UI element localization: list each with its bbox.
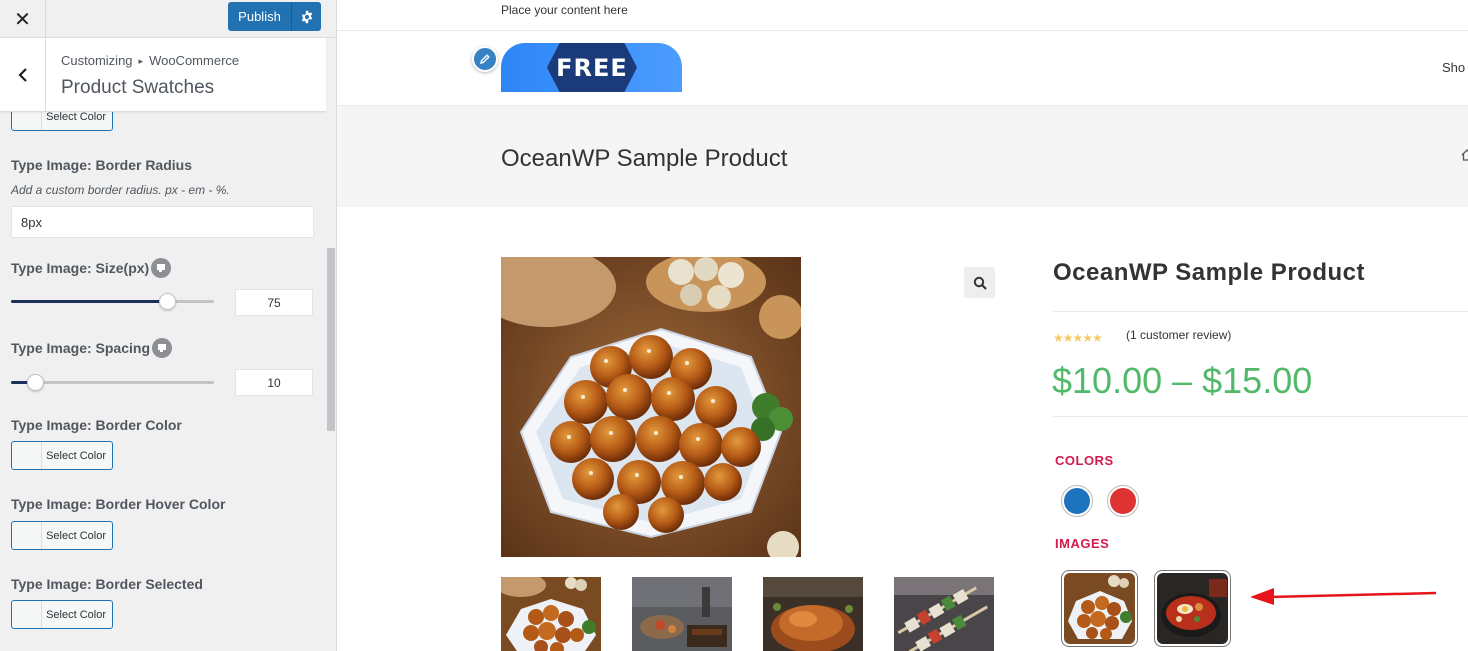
- border-radius-input[interactable]: 8px: [11, 206, 314, 238]
- product-title: OceanWP Sample Product: [1053, 259, 1365, 286]
- spacing-label: Type Image: Spacing: [11, 340, 150, 356]
- product-thumbnail[interactable]: [894, 577, 994, 651]
- image-swatch[interactable]: [1154, 570, 1231, 647]
- info-icon: [158, 344, 166, 352]
- color-swatch-blue[interactable]: [1061, 485, 1093, 517]
- breadcrumb-parent: WooCommerce: [149, 53, 240, 68]
- product-price: $10.00 – $15.00: [1052, 360, 1313, 401]
- color-swatch-preview: [12, 601, 42, 628]
- size-label: Type Image: Size(px): [11, 260, 150, 276]
- border-selected-label: Type Image: Border Selected: [11, 576, 203, 592]
- swatch-image: [1157, 573, 1228, 644]
- close-icon: ✕: [14, 8, 31, 31]
- size-value-input[interactable]: 75: [235, 289, 313, 316]
- nav-item-shop[interactable]: Sho: [1442, 60, 1465, 75]
- help-icon[interactable]: [152, 338, 172, 358]
- section-header: Customizing ▸ WooCommerce Product Swatches: [0, 38, 326, 112]
- back-button[interactable]: [0, 38, 46, 112]
- breadcrumb-root: Customizing: [61, 53, 133, 68]
- publish-button[interactable]: Publish: [228, 2, 292, 31]
- close-customizer-button[interactable]: ✕: [0, 0, 46, 38]
- spacing-slider[interactable]: [11, 374, 214, 391]
- help-icon[interactable]: [151, 258, 171, 278]
- size-slider-fill: [11, 300, 167, 303]
- image-swatch[interactable]: [1061, 570, 1138, 647]
- images-attribute-label: IMAGES: [1055, 536, 1110, 551]
- border-radius-label: Type Image: Border Radius: [11, 157, 193, 173]
- border-color-label: Type Image: Border Color: [11, 417, 182, 433]
- swatch-image: [1064, 573, 1135, 644]
- logo-badge: FREE: [547, 43, 637, 92]
- spacing-value-input[interactable]: 10: [235, 369, 313, 396]
- thumbnail-image: [894, 577, 994, 651]
- customizer-header: ✕ Publish: [0, 0, 336, 38]
- size-slider[interactable]: [11, 293, 214, 310]
- border-selected-button[interactable]: Select Color: [11, 600, 113, 629]
- page-header: OceanWP Sample Product: [337, 106, 1468, 207]
- gear-icon: [301, 10, 312, 23]
- product-thumbnail[interactable]: [501, 577, 601, 651]
- site-logo[interactable]: FREE: [501, 43, 682, 92]
- info-icon: [157, 264, 165, 272]
- product-thumbnail[interactable]: [632, 577, 732, 651]
- section-title: Product Swatches: [61, 77, 215, 98]
- topbar-text: Place your content here: [501, 3, 628, 17]
- select-color-label: Select Color: [46, 110, 106, 123]
- select-color-label: Select Color: [46, 608, 106, 621]
- home-icon[interactable]: [1461, 148, 1468, 162]
- page-title: OceanWP Sample Product: [501, 145, 788, 172]
- site-preview: Place your content here FREE Sho OceanWP…: [337, 0, 1468, 651]
- star-rating: ★★★★★: [1053, 331, 1103, 345]
- color-swatch-preview: [12, 522, 42, 549]
- border-color-button[interactable]: Select Color: [11, 441, 113, 470]
- divider: [1053, 416, 1468, 417]
- divider: [1053, 311, 1468, 312]
- color-swatch-preview: [12, 442, 42, 469]
- border-hover-color-button[interactable]: Select Color: [11, 521, 113, 550]
- select-color-label: Select Color: [46, 449, 106, 462]
- search-icon: [973, 276, 987, 290]
- color-dot: [1110, 488, 1136, 514]
- zoom-button[interactable]: [964, 267, 995, 298]
- thumbnail-image: [501, 577, 601, 651]
- colors-attribute-label: COLORS: [1055, 453, 1114, 468]
- pencil-icon: [480, 54, 490, 64]
- divider: [337, 30, 1468, 31]
- annotation-arrow: [1250, 588, 1437, 605]
- breadcrumb-separator: ▸: [138, 56, 144, 66]
- customizer-sidebar: ✕ Publish Customizing ▸ WooCommerce Produc…: [0, 0, 337, 651]
- color-dot: [1064, 488, 1090, 514]
- sidebar-scrollbar[interactable]: [327, 248, 335, 431]
- border-hover-color-label: Type Image: Border Hover Color: [11, 496, 226, 512]
- edit-shortcut-button[interactable]: [472, 46, 498, 72]
- spacing-slider-handle[interactable]: [27, 374, 44, 391]
- size-slider-handle[interactable]: [159, 293, 176, 310]
- publish-settings-button[interactable]: [292, 2, 321, 31]
- color-swatch-red[interactable]: [1107, 485, 1139, 517]
- product-main-image[interactable]: [501, 257, 801, 557]
- select-color-label: Select Color: [46, 529, 106, 542]
- food-image: [501, 257, 801, 557]
- border-radius-description: Add a custom border radius. px - em - %.: [11, 183, 230, 197]
- review-link[interactable]: (1 customer review): [1126, 328, 1231, 342]
- thumbnail-image: [763, 577, 863, 651]
- breadcrumb: Customizing ▸ WooCommerce: [61, 53, 239, 68]
- thumbnail-image: [632, 577, 732, 651]
- chevron-left-icon: [17, 68, 27, 82]
- product-thumbnail[interactable]: [763, 577, 863, 651]
